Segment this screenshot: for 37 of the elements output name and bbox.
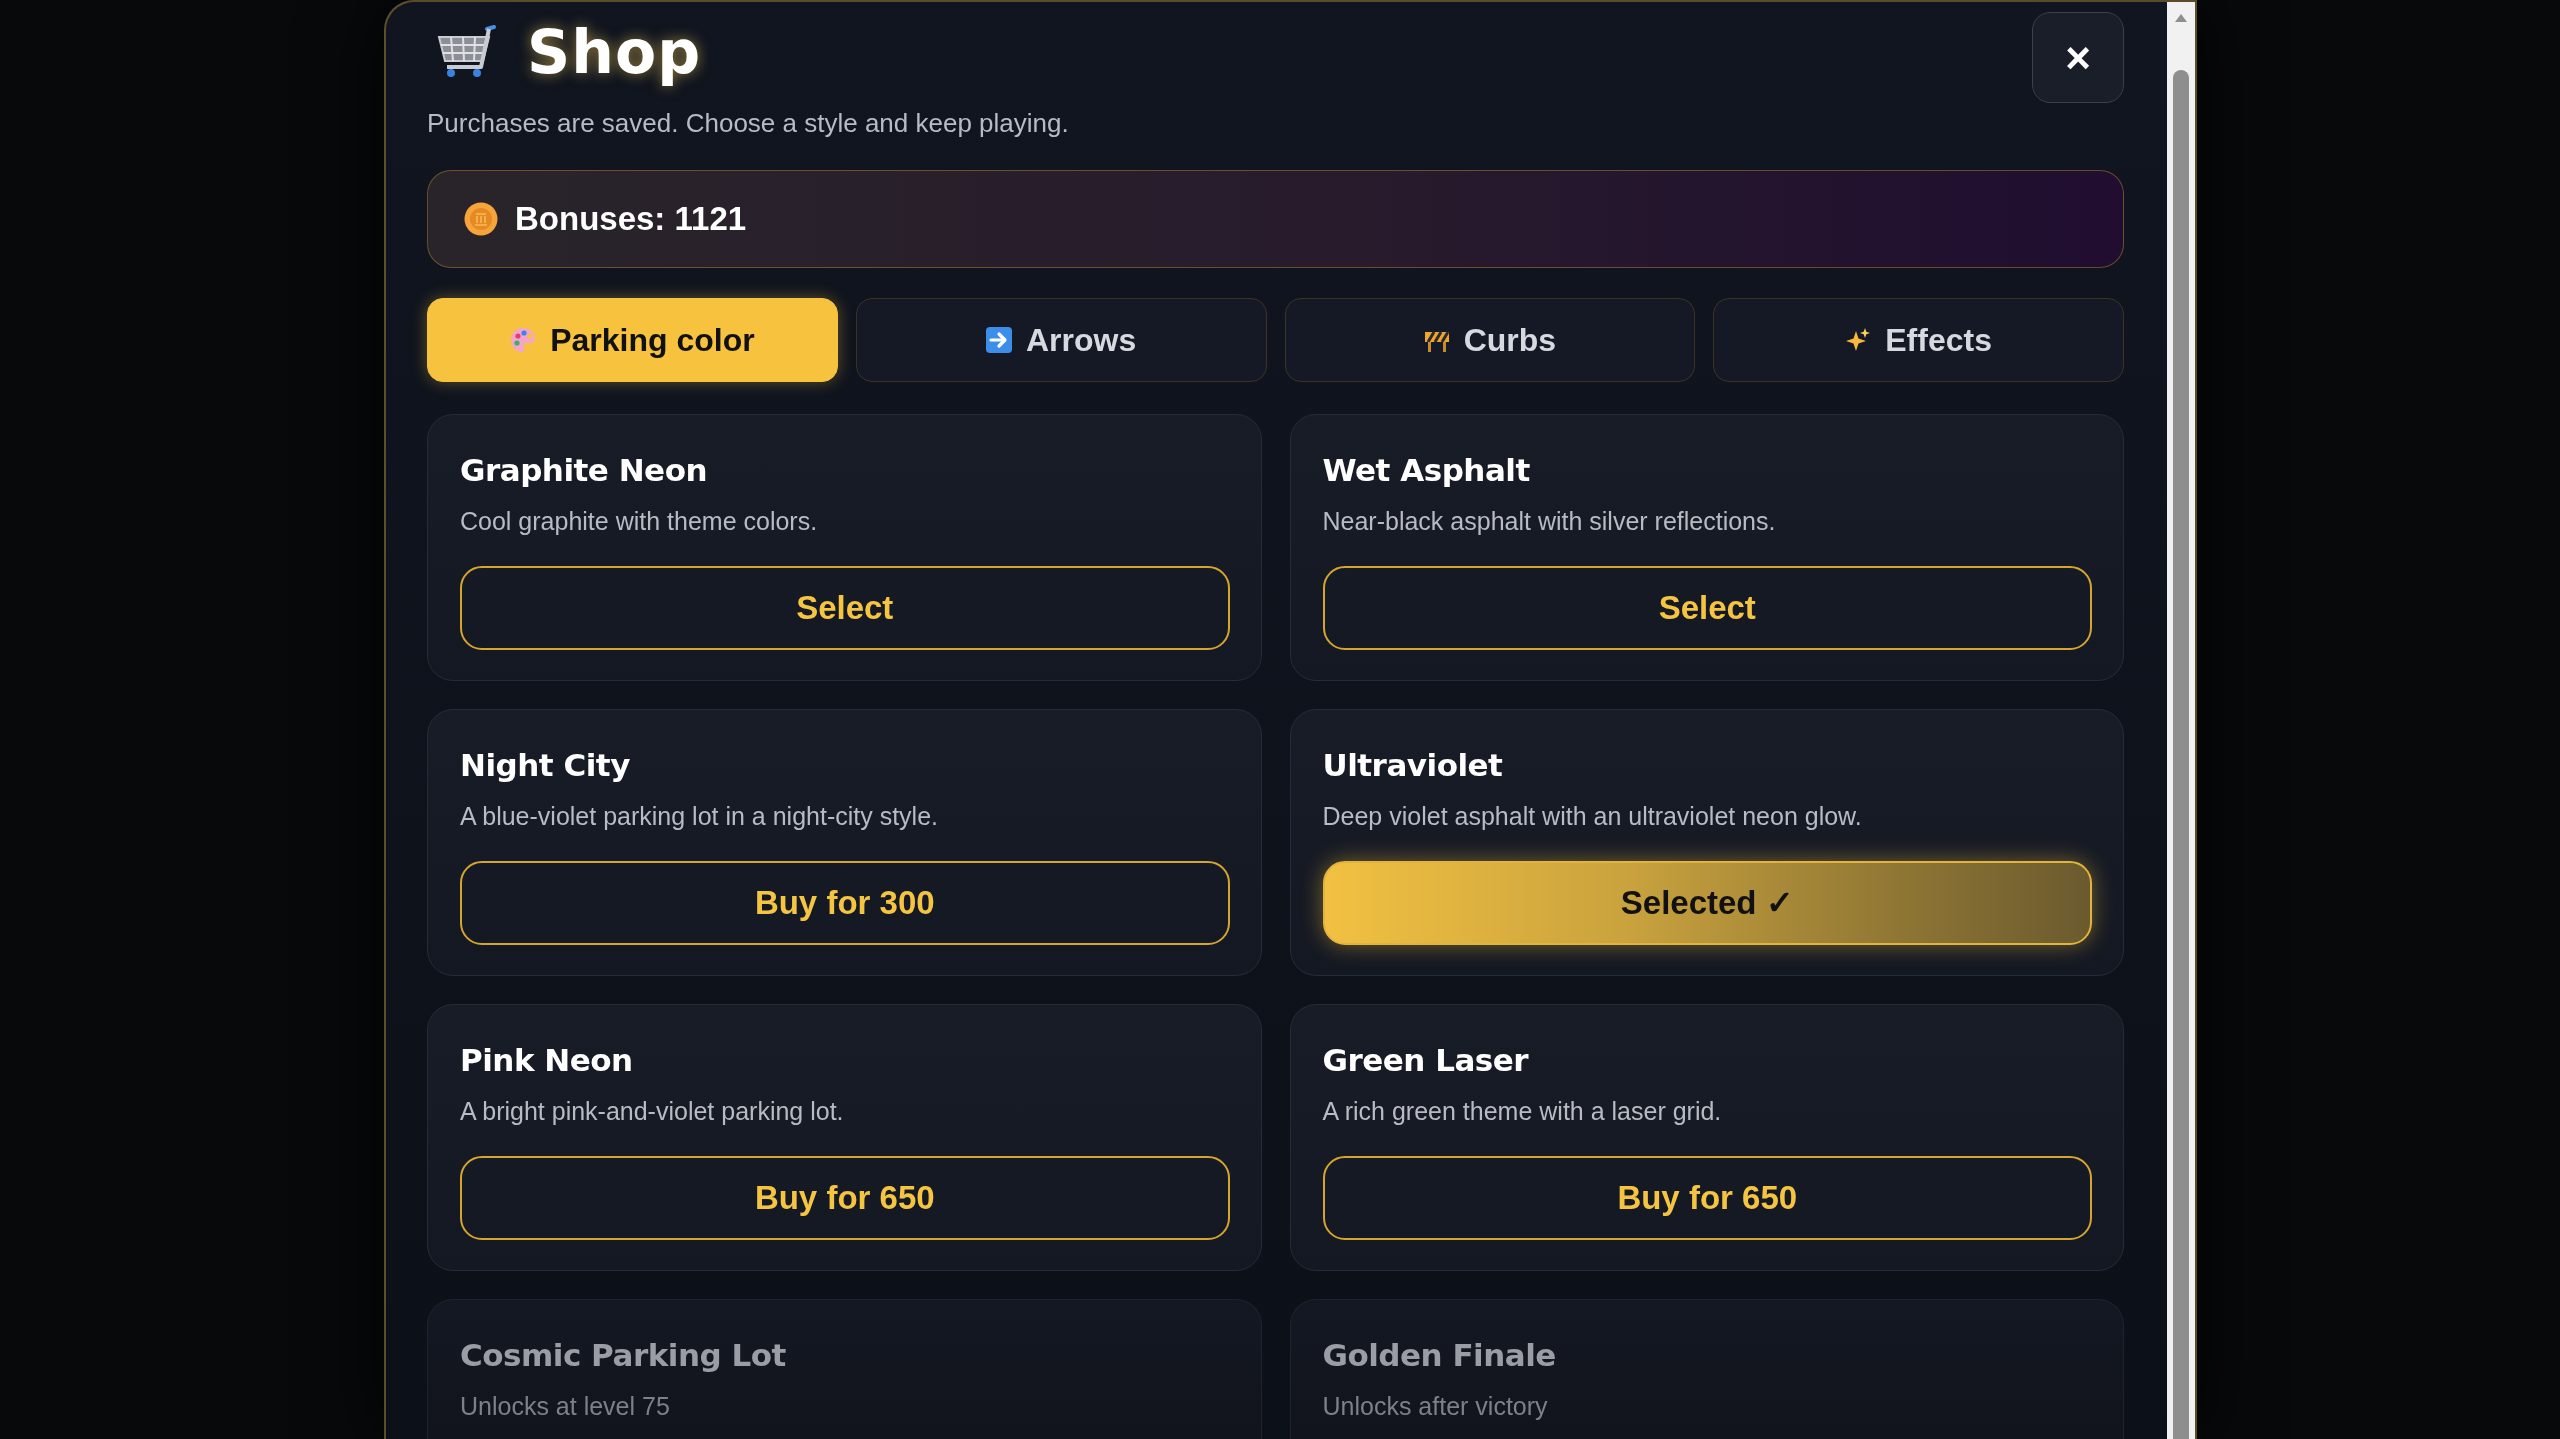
item-description: A blue-violet parking lot in a night-city style.: [460, 801, 939, 831]
item-description: Unlocks after victory: [1322, 1391, 1549, 1421]
item-action-button[interactable]: Select: [460, 566, 1230, 650]
item-action-button[interactable]: Buy for 300: [460, 861, 1230, 945]
item-title: Ultraviolet: [1322, 746, 1504, 785]
item-title: Cosmic Parking Lot: [460, 1336, 787, 1375]
tab[interactable]: Arrows: [855, 298, 1267, 382]
shopping-cart-icon: [437, 25, 499, 79]
tab[interactable]: Parking color: [427, 298, 838, 382]
item-title: Graphite Neon: [460, 451, 708, 490]
scrollbar[interactable]: [2167, 2, 2195, 1439]
scrollbar-thumb[interactable]: [2173, 70, 2189, 1439]
tab[interactable]: Effects: [1713, 298, 2124, 382]
tab[interactable]: Curbs: [1284, 298, 1696, 382]
item-title: Pink Neon: [460, 1041, 634, 1080]
item-description: Cool graphite with theme colors.: [460, 506, 819, 536]
item-title: Green Laser: [1322, 1041, 1530, 1080]
coin-icon: [464, 202, 498, 236]
item-title: Golden Finale: [1322, 1336, 1557, 1375]
item-description: A rich green theme with a laser grid.: [1322, 1096, 1723, 1126]
item-action-button[interactable]: Selected ✓: [1322, 861, 2092, 945]
palette-icon: [510, 327, 537, 353]
item-description: Near-black asphalt with silver reflections.: [1322, 506, 1777, 536]
item-description: Deep violet asphalt with an ultraviolet neon glow.: [1322, 801, 1863, 831]
item-title: Wet Asphalt: [1322, 451, 1531, 490]
item-description: Unlocks at level 75: [460, 1391, 671, 1421]
item-title: Night City: [460, 746, 631, 785]
item-action-button[interactable]: Buy for 650: [460, 1156, 1230, 1240]
item-action-button[interactable]: Buy for 650: [1322, 1156, 2092, 1240]
item-description: A bright pink-and-violet parking lot.: [460, 1096, 845, 1126]
close-button[interactable]: ×: [2032, 12, 2124, 103]
balance-label: Bonuses: 1121: [515, 199, 747, 240]
dialog-subtitle: Purchases are saved. Choose a style and keep playing.: [427, 107, 1069, 140]
dialog-title: Shop: [527, 16, 702, 89]
sparkles-icon: [1845, 327, 1872, 353]
item-action-button[interactable]: Select: [1322, 566, 2092, 650]
scroll-up-arrow-icon[interactable]: [2175, 14, 2187, 22]
